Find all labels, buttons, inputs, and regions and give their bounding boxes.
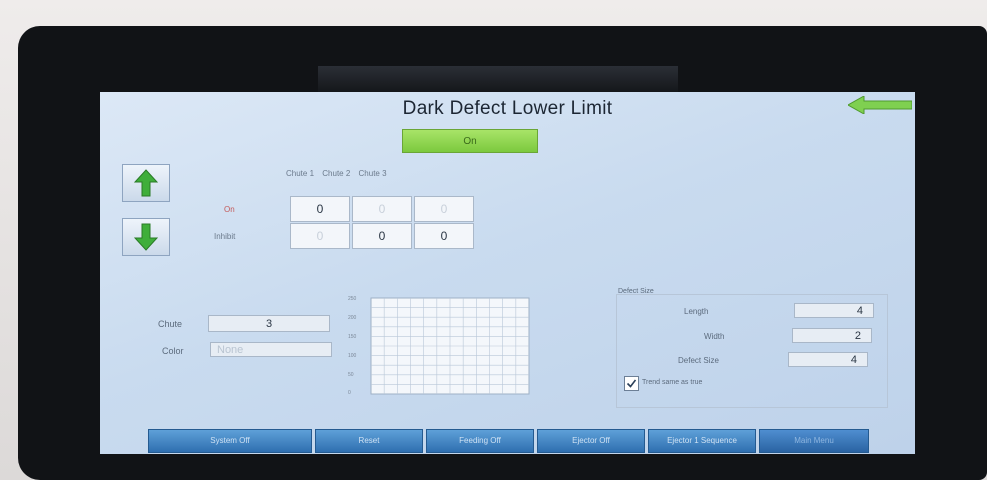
trend-checkbox-label: Trend same as true — [642, 379, 703, 386]
cell-inhibit-chute-2[interactable]: 0 — [352, 223, 412, 249]
y-tick-label: 200 — [348, 315, 357, 321]
y-tick-label: 50 — [348, 372, 354, 378]
defect-size-field[interactable]: 4 — [788, 352, 868, 367]
cell-on-chute-2[interactable]: 0 — [352, 196, 412, 222]
chute-header-3: Chute 3 — [358, 169, 387, 178]
cell-on-chute-3[interactable]: 0 — [414, 196, 474, 222]
back-arrow-icon — [846, 95, 913, 115]
chute-header-1: Chute 1 — [286, 169, 315, 178]
y-tick-label: 100 — [348, 353, 357, 359]
arrow-down-icon — [134, 223, 158, 251]
chart-area: 250 200 150 100 50 0 — [348, 296, 532, 396]
checkmark-icon — [626, 379, 637, 388]
chute-headers: Chute 1 Chute 2 Chute 3 — [286, 169, 393, 178]
y-tick-label: 0 — [348, 390, 351, 396]
ejector-off-button[interactable]: Ejector Off — [537, 429, 645, 453]
y-tick-label: 250 — [348, 296, 357, 302]
bottom-nav-bar: System Off Reset Feeding Off Ejector Off… — [148, 429, 875, 453]
chute-field[interactable]: 3 — [208, 315, 330, 332]
cell-inhibit-chute-1[interactable]: 0 — [290, 223, 350, 249]
width-label: Width — [704, 332, 725, 341]
color-field[interactable]: None — [210, 342, 332, 357]
chute-header-2: Chute 2 — [322, 169, 351, 178]
system-off-button[interactable]: System Off — [148, 429, 312, 453]
chute-label: Chute — [158, 319, 183, 329]
arrow-up-icon — [134, 169, 158, 197]
width-field[interactable]: 2 — [792, 328, 872, 343]
row-label-inhibit: Inhibit — [214, 232, 236, 241]
cell-inhibit-chute-3[interactable]: 0 — [414, 223, 474, 249]
defect-size-label: Defect Size — [678, 356, 719, 365]
page-title: Dark Defect Lower Limit — [402, 98, 613, 119]
on-toggle-button[interactable]: On — [402, 129, 538, 153]
row-label-on: On — [224, 205, 235, 214]
color-label: Color — [162, 346, 184, 356]
length-field[interactable]: 4 — [794, 303, 874, 318]
touch-screen: Dark Defect Lower Limit On Chute 1 Chute… — [100, 92, 915, 454]
y-tick-label: 150 — [348, 334, 357, 340]
scroll-up-button[interactable] — [122, 164, 170, 202]
trend-checkbox[interactable] — [624, 376, 639, 391]
feeding-off-button[interactable]: Feeding Off — [426, 429, 534, 453]
ejector-sequence-button[interactable]: Ejector 1 Sequence — [648, 429, 756, 453]
chart-grid — [370, 297, 530, 395]
reset-button[interactable]: Reset — [315, 429, 423, 453]
main-menu-button[interactable]: Main Menu — [759, 429, 869, 453]
scroll-down-button[interactable] — [122, 218, 170, 256]
cell-on-chute-1[interactable]: 0 — [290, 196, 350, 222]
back-button[interactable] — [846, 95, 913, 115]
length-label: Length — [684, 307, 709, 316]
